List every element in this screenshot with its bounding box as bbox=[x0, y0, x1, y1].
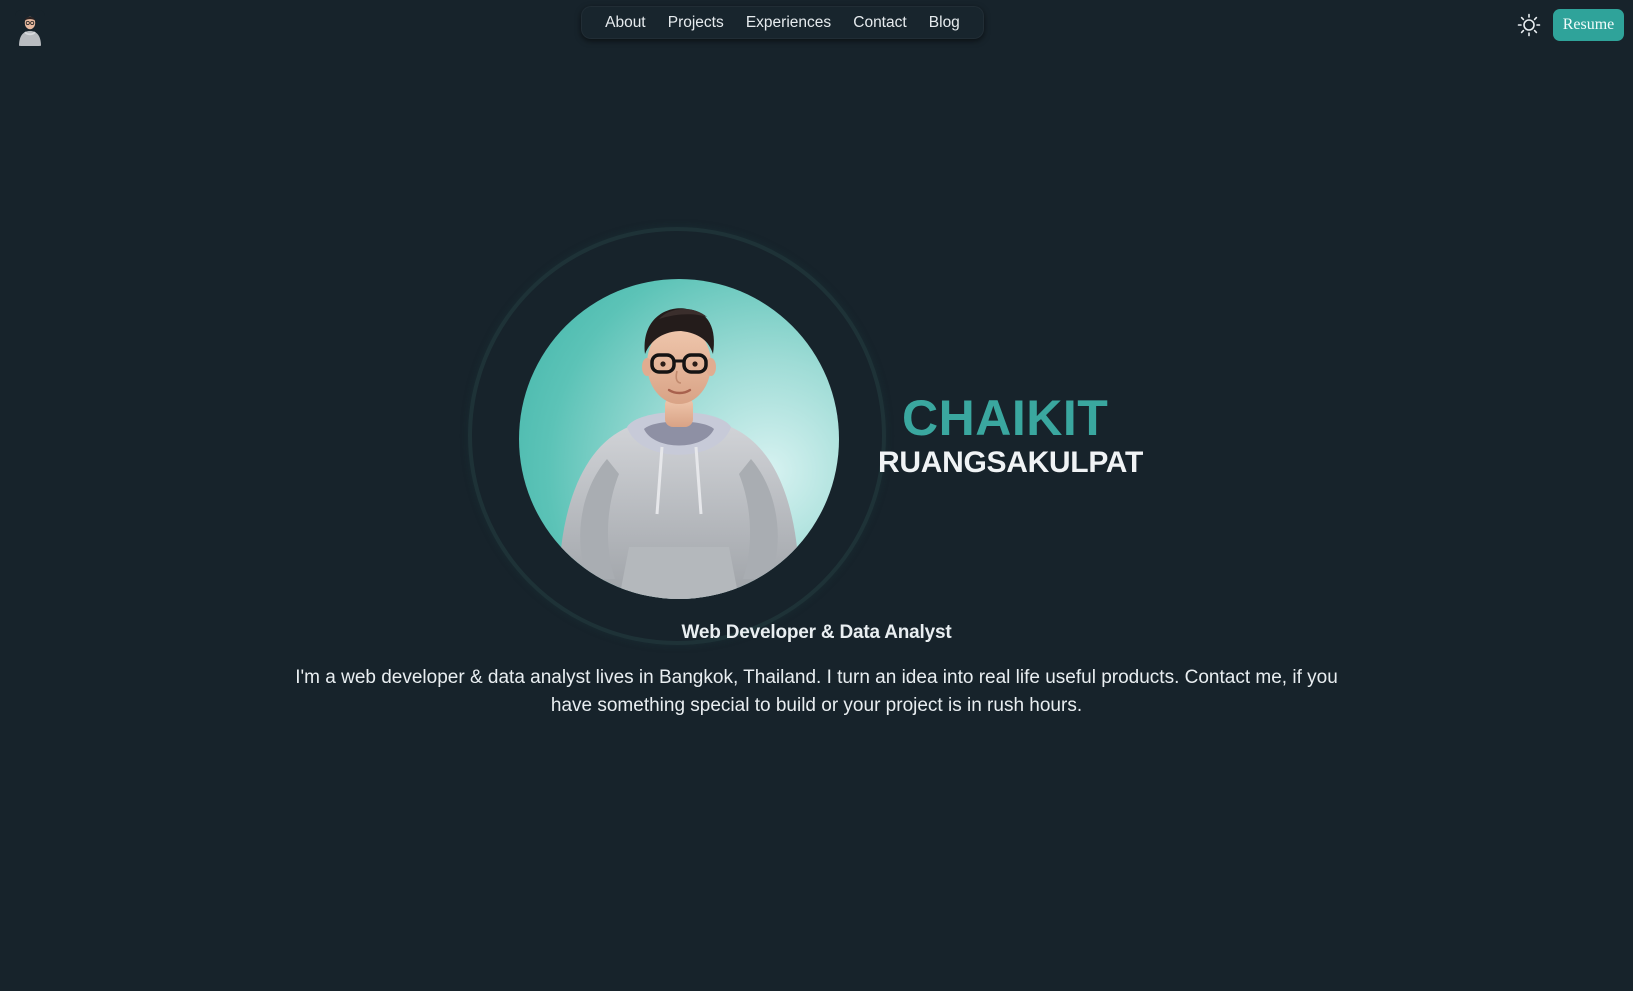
main-nav: About Projects Experiences Contact Blog bbox=[581, 6, 984, 39]
first-name-heading: CHAIKIT bbox=[902, 390, 1109, 446]
nav-item-contact[interactable]: Contact bbox=[849, 10, 910, 36]
site-logo[interactable] bbox=[15, 10, 45, 46]
last-name-heading: RUANGSAKULPAT bbox=[878, 446, 1143, 479]
profile-avatar-illustration bbox=[558, 308, 800, 599]
nav-item-projects[interactable]: Projects bbox=[664, 10, 728, 36]
avatar-logo-icon bbox=[15, 10, 45, 46]
nav-item-about[interactable]: About bbox=[601, 10, 650, 36]
role-title: Web Developer & Data Analyst bbox=[681, 622, 952, 643]
nav-item-experiences[interactable]: Experiences bbox=[742, 10, 835, 36]
resume-button[interactable]: Resume bbox=[1553, 9, 1624, 41]
nav-item-blog[interactable]: Blog bbox=[925, 10, 964, 36]
sun-icon bbox=[1517, 13, 1541, 37]
profile-avatar bbox=[519, 279, 839, 599]
bio-paragraph: I'm a web developer & data analyst lives… bbox=[295, 667, 1338, 716]
theme-toggle-button[interactable] bbox=[1515, 11, 1543, 39]
